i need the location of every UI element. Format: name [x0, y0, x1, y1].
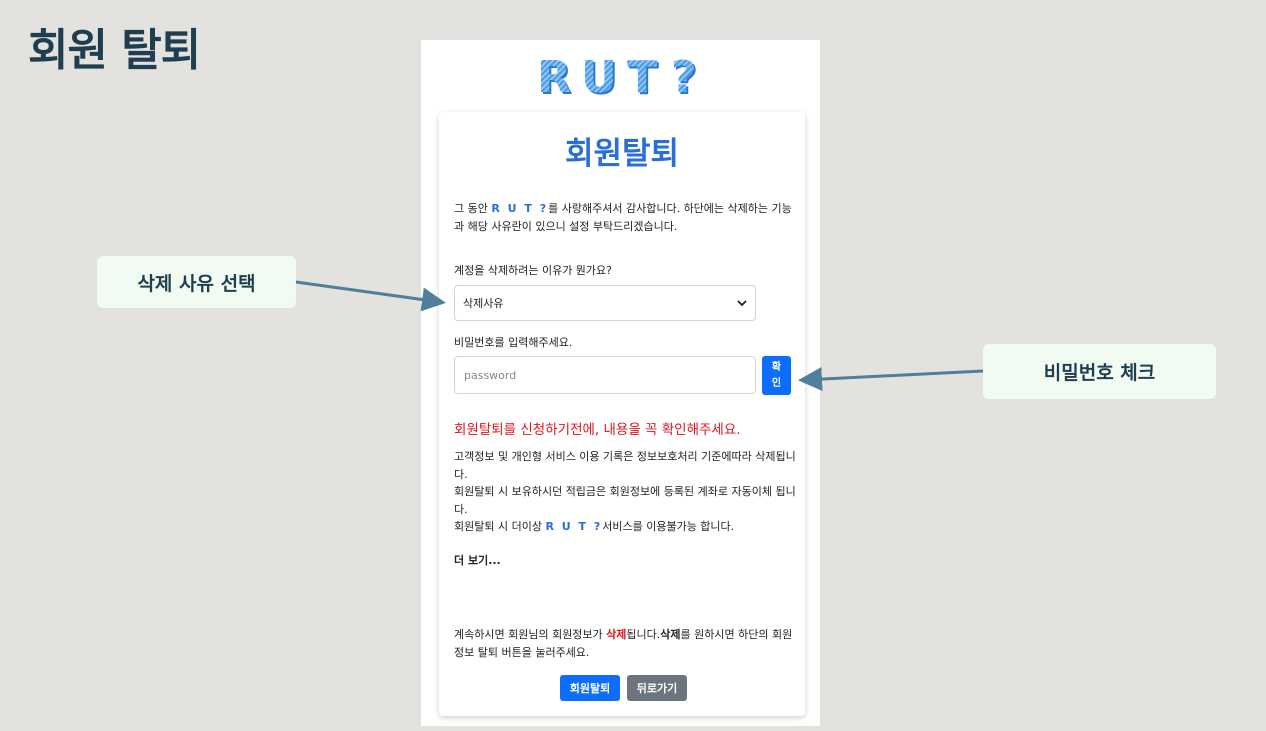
arrow-to-select: [295, 280, 446, 312]
callout-arrows: [295, 280, 984, 392]
arrow-to-confirm: [798, 367, 984, 392]
